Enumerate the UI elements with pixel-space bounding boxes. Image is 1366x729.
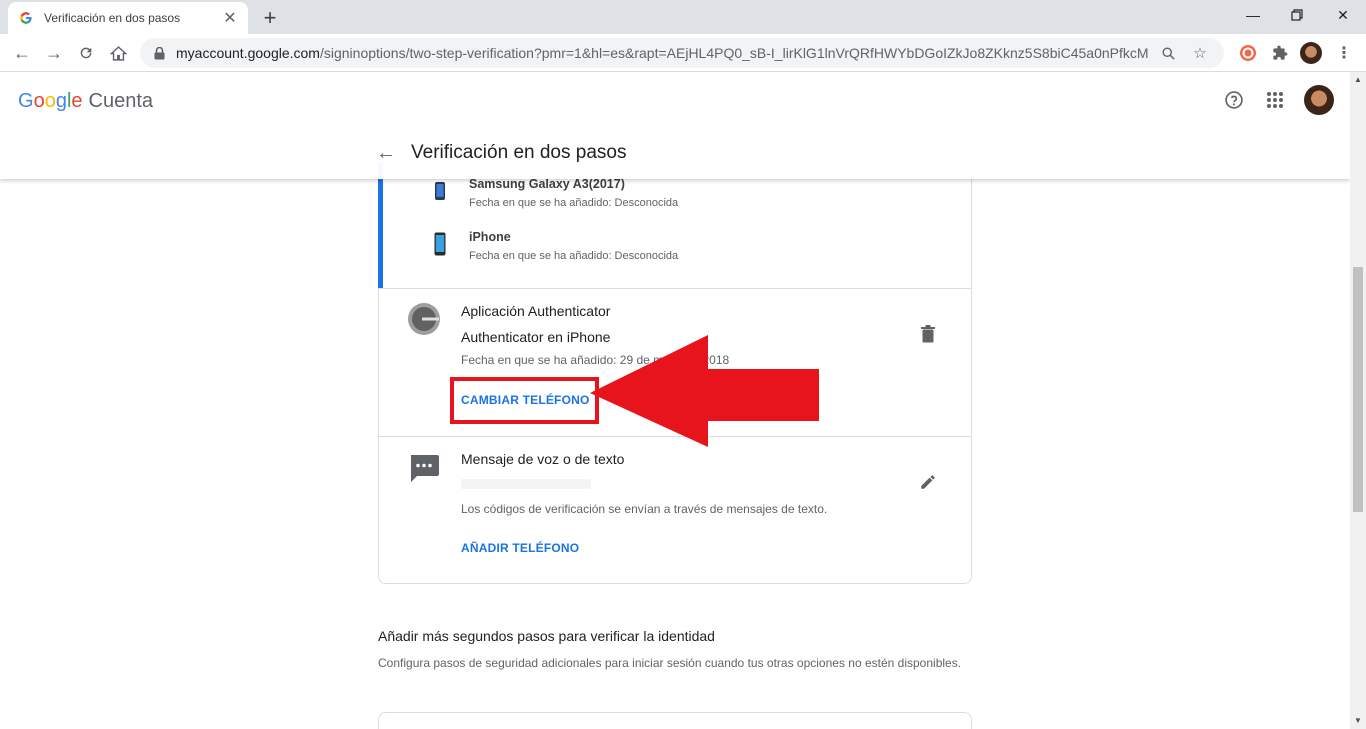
back-arrow-icon[interactable]: ←: [375, 142, 397, 164]
device-added-date: Fecha en que se ha añadido: Desconocida: [469, 197, 679, 209]
bookmark-star-icon[interactable]: ☆: [1188, 41, 1212, 65]
page-scrollbar[interactable]: ▲ ▼: [1350, 72, 1366, 729]
google-account-logo[interactable]: Google Cuenta: [18, 90, 153, 113]
selected-section-indicator: [378, 163, 383, 288]
more-steps-description: Configura pasos de seguridad adicionales…: [378, 656, 962, 670]
sms-description: Los códigos de verificación se envían a …: [461, 502, 828, 516]
sms-title: Mensaje de voz o de texto: [461, 451, 625, 467]
device-name: Samsung Galaxy A3(2017): [469, 177, 625, 191]
device-name: iPhone: [469, 230, 511, 244]
iphone-icon: [434, 232, 446, 256]
minimize-icon[interactable]: —: [1241, 4, 1265, 26]
back-icon[interactable]: ←: [8, 39, 36, 67]
highlight-box: [450, 377, 599, 424]
add-phone-button[interactable]: AÑADIR TELÉFONO: [461, 541, 579, 555]
authenticator-subtitle: Authenticator en iPhone: [461, 329, 611, 345]
puzzle-extensions-icon[interactable]: [1268, 41, 1292, 65]
more-steps-title: Añadir más segundos pasos para verificar…: [378, 628, 715, 644]
url-text: myaccount.google.com/signinoptions/two-s…: [176, 45, 1148, 61]
lock-icon[interactable]: [152, 46, 166, 60]
device-item: Samsung Galaxy A3(2017) Fecha en que se …: [435, 177, 679, 209]
scroll-up-icon[interactable]: ▲: [1354, 76, 1362, 84]
browser-menu-icon[interactable]: ⋮: [1332, 41, 1356, 65]
device-item: iPhone Fecha en que se ha añadido: Desco…: [434, 230, 679, 262]
tab-title: Verificación en dos pasos: [44, 11, 181, 25]
reload-icon[interactable]: [72, 39, 100, 67]
forward-icon[interactable]: →: [40, 39, 68, 67]
scroll-thumb[interactable]: [1353, 267, 1363, 512]
restore-icon[interactable]: [1285, 4, 1309, 26]
profile-avatar[interactable]: [1299, 41, 1323, 65]
help-icon[interactable]: [1222, 88, 1246, 112]
blurred-phone-number: [461, 479, 591, 489]
page-title: Verificación en dos pasos: [411, 142, 627, 163]
message-icon: [411, 455, 439, 482]
browser-tab-bar: Verificación en dos pasos ✕ + — ✕: [0, 0, 1366, 34]
close-window-icon[interactable]: ✕: [1331, 4, 1355, 26]
zoom-search-icon[interactable]: [1156, 41, 1180, 65]
account-header: Google Cuenta ← Verificación en dos paso…: [0, 72, 1350, 179]
close-tab-icon[interactable]: ✕: [222, 10, 238, 27]
browser-toolbar: ← → myaccount.google.com/signinoptions/t…: [0, 34, 1366, 72]
device-added-date: Fecha en que se ha añadido: Desconocida: [469, 250, 679, 262]
google-favicon-icon: [18, 10, 34, 26]
browser-tab[interactable]: Verificación en dos pasos ✕: [8, 2, 248, 34]
delete-icon[interactable]: [917, 323, 939, 345]
apps-grid-icon[interactable]: [1263, 88, 1287, 112]
new-tab-icon[interactable]: +: [258, 5, 282, 30]
account-avatar[interactable]: [1304, 85, 1334, 115]
android-phone-icon: [435, 182, 445, 200]
additional-steps-card: [378, 712, 972, 729]
scroll-down-icon[interactable]: ▼: [1354, 717, 1362, 725]
authenticator-app-icon: [408, 303, 440, 335]
url-path: /signinoptions/two-step-verification?pmr…: [319, 45, 1148, 61]
red-arrow-annotation: [590, 335, 819, 447]
google-logo-text: Google: [18, 90, 83, 112]
edit-pencil-icon[interactable]: [917, 471, 939, 493]
extension-icon[interactable]: [1236, 41, 1260, 65]
logo-product: Cuenta: [88, 90, 154, 112]
address-bar[interactable]: myaccount.google.com/signinoptions/two-s…: [140, 38, 1224, 68]
home-icon[interactable]: [104, 39, 132, 67]
authenticator-title: Aplicación Authenticator: [461, 303, 611, 319]
sms-section: Mensaje de voz o de texto Los códigos de…: [379, 437, 971, 585]
url-host: myaccount.google.com: [176, 45, 320, 61]
